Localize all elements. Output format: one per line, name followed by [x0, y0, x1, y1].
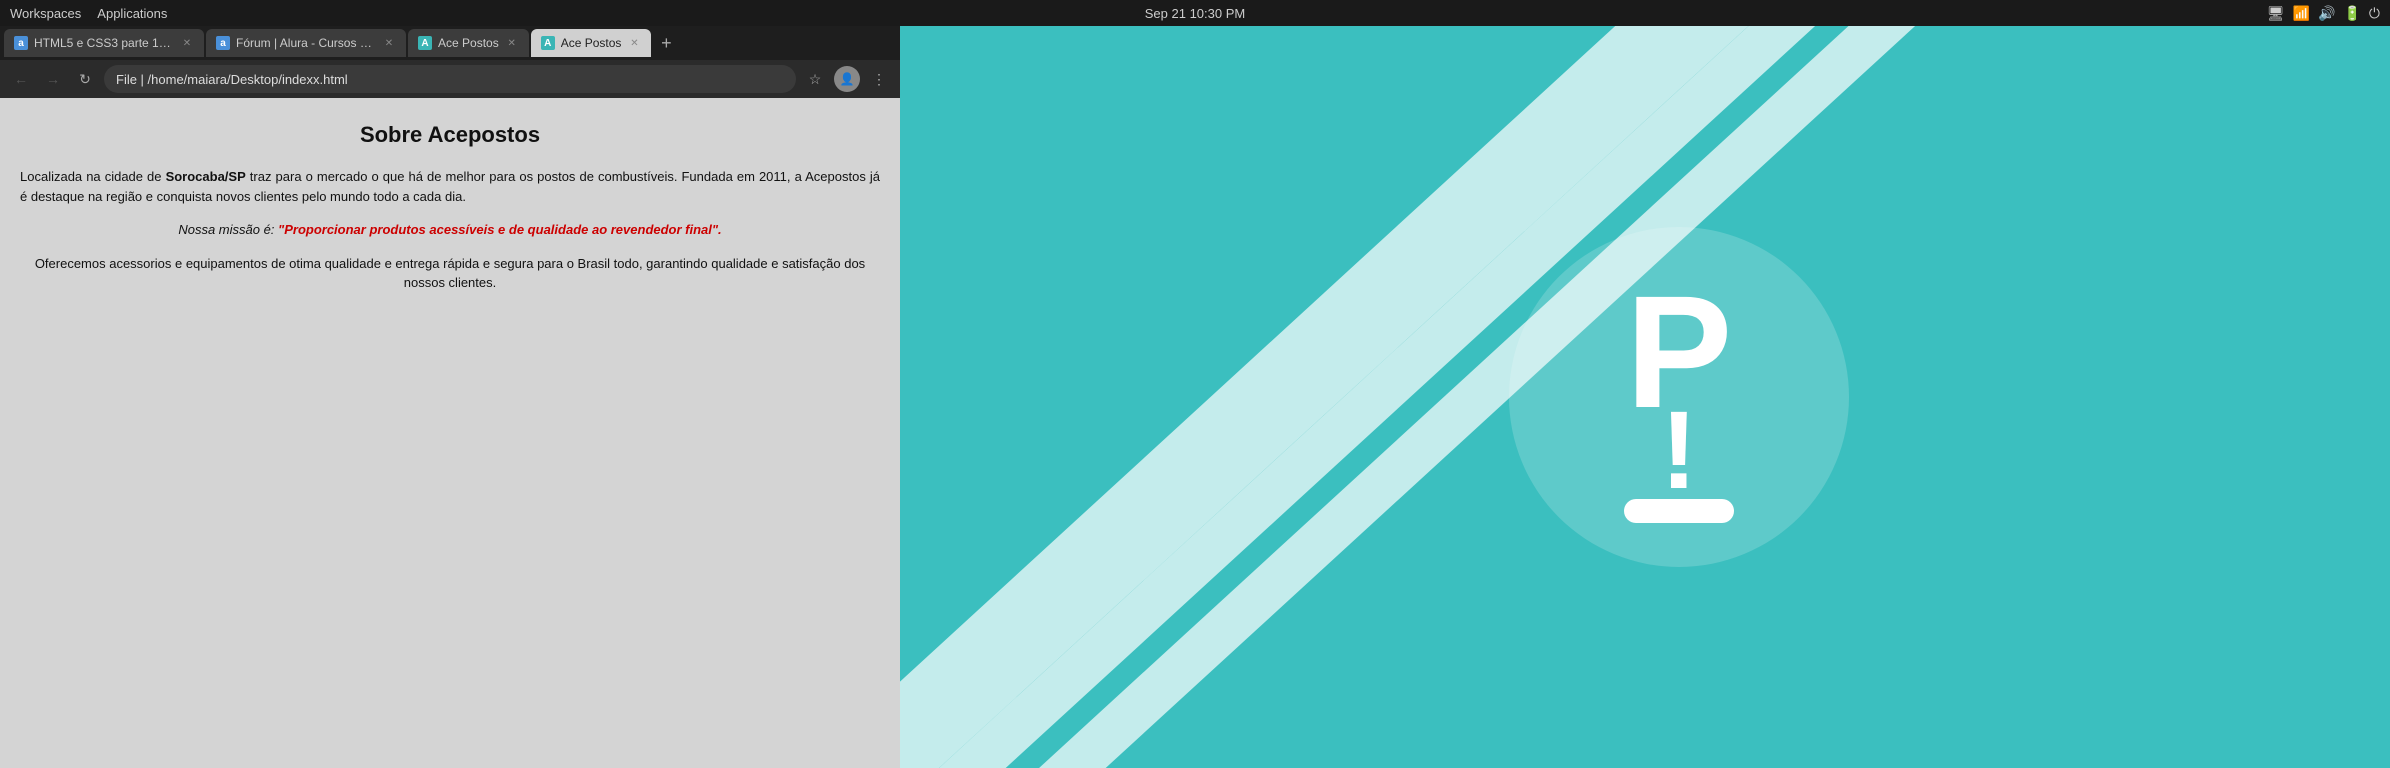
- back-button[interactable]: ←: [8, 66, 34, 92]
- address-input[interactable]: [104, 65, 796, 93]
- volume-icon: 🔊: [2318, 5, 2335, 22]
- mission-text: "Proporcionar produtos acessíveis e de q…: [278, 222, 722, 237]
- system-bar-left: Workspaces Applications: [10, 6, 167, 21]
- new-tab-button[interactable]: +: [653, 30, 679, 56]
- tab-close-2[interactable]: ✕: [382, 36, 396, 50]
- tab-favicon-3: A: [418, 36, 432, 50]
- mission-label: Nossa missão é:: [178, 222, 274, 237]
- monitor-icon: 🖥: [2267, 5, 2285, 22]
- popos-logo-circle: P !: [1509, 227, 1849, 567]
- tab-label-2: Fórum | Alura - Cursos online...: [236, 36, 376, 50]
- browser-content: Sobre Acepostos Localizada na cidade de …: [0, 98, 900, 768]
- tab-favicon-4: A: [541, 36, 555, 50]
- tab-html5-css3[interactable]: a HTML5 e CSS3 parte 1: Aula 3 ✕: [4, 29, 204, 57]
- tab-forum-alura[interactable]: a Fórum | Alura - Cursos online... ✕: [206, 29, 406, 57]
- page-offer: Oferecemos acessorios e equipamentos de …: [20, 254, 880, 293]
- page-intro: Localizada na cidade de Sorocaba/SP traz…: [20, 167, 880, 206]
- popos-logo-content: P !: [1624, 272, 1734, 523]
- tab-close-1[interactable]: ✕: [180, 36, 194, 50]
- desktop-wallpaper: P !: [900, 26, 2390, 768]
- tab-ace-postos-2[interactable]: A Ace Postos ✕: [531, 29, 652, 57]
- tab-label-1: HTML5 e CSS3 parte 1: Aula 3: [34, 36, 174, 50]
- main-layout: a HTML5 e CSS3 parte 1: Aula 3 ✕ a Fórum…: [0, 26, 2390, 768]
- bold-location: Sorocaba/SP: [166, 169, 246, 184]
- reload-button[interactable]: ↻: [72, 66, 98, 92]
- tab-ace-postos-1[interactable]: A Ace Postos ✕: [408, 29, 529, 57]
- tab-label-4: Ace Postos: [561, 36, 622, 50]
- bookmark-button[interactable]: ☆: [802, 66, 828, 92]
- system-bar: Workspaces Applications Sep 21 10:30 PM …: [0, 0, 2390, 26]
- tab-favicon-2: a: [216, 36, 230, 50]
- tab-close-3[interactable]: ✕: [505, 36, 519, 50]
- browser-window: a HTML5 e CSS3 parte 1: Aula 3 ✕ a Fórum…: [0, 26, 900, 768]
- tab-bar: a HTML5 e CSS3 parte 1: Aula 3 ✕ a Fórum…: [0, 26, 900, 60]
- page-mission: Nossa missão é: "Proporcionar produtos a…: [20, 220, 880, 240]
- tab-label-3: Ace Postos: [438, 36, 499, 50]
- address-bar: ← → ↻ ☆ 👤 ⋮: [0, 60, 900, 98]
- applications-label[interactable]: Applications: [97, 6, 167, 21]
- page-title: Sobre Acepostos: [20, 118, 880, 151]
- system-bar-right: 🖥 📶 🔊 🔋 ⏻: [2267, 5, 2380, 22]
- forward-button[interactable]: →: [40, 66, 66, 92]
- battery-icon: 🔋: [2343, 5, 2360, 22]
- wifi-icon: 📶: [2293, 5, 2310, 22]
- system-bar-datetime: Sep 21 10:30 PM: [1145, 6, 1245, 21]
- power-icon: ⏻: [2369, 5, 2380, 22]
- menu-button[interactable]: ⋮: [866, 66, 892, 92]
- page-content: Sobre Acepostos Localizada na cidade de …: [20, 118, 880, 293]
- profile-button[interactable]: 👤: [834, 66, 860, 92]
- tab-close-4[interactable]: ✕: [627, 36, 641, 50]
- workspaces-label[interactable]: Workspaces: [10, 6, 81, 21]
- tab-favicon-1: a: [14, 36, 28, 50]
